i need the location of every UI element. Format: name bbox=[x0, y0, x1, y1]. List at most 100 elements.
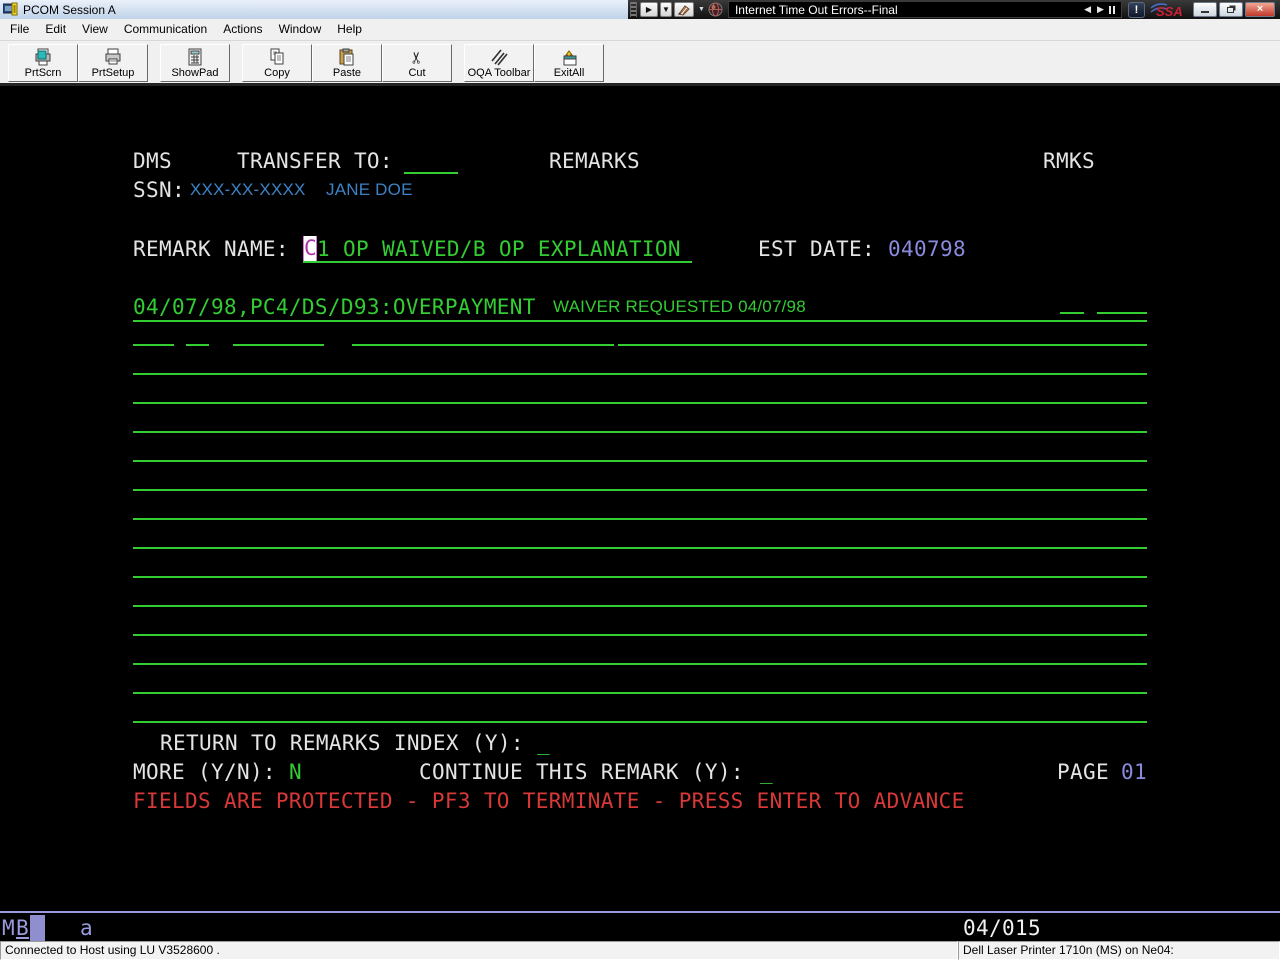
keypad-icon bbox=[186, 47, 204, 67]
more-value[interactable]: N bbox=[289, 760, 302, 784]
globe-icon[interactable] bbox=[708, 2, 723, 17]
status-bar: Connected to Host using LU V3528600 . De… bbox=[0, 941, 1280, 960]
scissors-icon: ✂ bbox=[410, 47, 423, 67]
oia-session-id: a bbox=[80, 916, 93, 940]
redacted-text-fragment bbox=[1060, 312, 1084, 314]
window-controls: × bbox=[1191, 2, 1275, 17]
ssa-logo: SSA bbox=[1150, 1, 1182, 18]
minimize-button[interactable] bbox=[1193, 2, 1217, 17]
remark-ruled-line[interactable] bbox=[133, 576, 1147, 578]
toolbar-cut-button[interactable]: ✂Cut bbox=[382, 44, 452, 82]
pcom-window: PCOM Session A ▶ ▼ ▼ Interne bbox=[0, 0, 1280, 960]
remark-name-label: REMARK NAME: bbox=[133, 237, 289, 261]
paste-icon bbox=[337, 47, 357, 67]
toolbar-exitall-button[interactable]: ExitAll bbox=[534, 44, 604, 82]
restore-button[interactable] bbox=[1219, 2, 1243, 17]
remark-ruled-line[interactable] bbox=[133, 402, 1147, 404]
remark-ruled-line[interactable] bbox=[133, 692, 1147, 694]
alert-button[interactable]: ! bbox=[1128, 2, 1145, 18]
oia-cursor-block bbox=[30, 915, 45, 941]
text-cursor-block[interactable]: C bbox=[303, 236, 317, 261]
window-title: PCOM Session A bbox=[23, 3, 116, 17]
remark-ruled-line[interactable] bbox=[133, 663, 1147, 665]
exit-all-icon bbox=[559, 47, 579, 67]
continue-remark-field[interactable]: _ bbox=[760, 760, 773, 784]
remark-annotation: WAIVER REQUESTED 04/07/98 bbox=[553, 297, 806, 317]
ssa-logo-text: SSA bbox=[1156, 4, 1182, 18]
toolbar-grip-handle[interactable] bbox=[630, 2, 637, 17]
oia-indicator-b: B bbox=[16, 916, 29, 940]
transfer-to-label: TRANSFER TO: bbox=[237, 149, 393, 173]
person-name: JANE DOE bbox=[326, 180, 413, 200]
remark-ruled-line-segment[interactable] bbox=[186, 344, 209, 346]
system-id-label: DMS bbox=[133, 149, 172, 173]
remark-ruled-line-segment[interactable] bbox=[233, 344, 324, 346]
toolbar-button-label: PrtScrn bbox=[25, 67, 62, 79]
oia-bar: M B a 04/015 bbox=[0, 911, 1280, 941]
est-date-value: 040798 bbox=[888, 237, 966, 261]
remark-ruled-line[interactable] bbox=[133, 431, 1147, 433]
play-dropdown-icon[interactable]: ▼ bbox=[660, 2, 672, 17]
toolbar-prtscrn-button[interactable]: PrtScrn bbox=[8, 44, 78, 82]
ssn-value: XXX-XX-XXXX bbox=[190, 180, 306, 200]
toolbar-copy-button[interactable]: Copy bbox=[242, 44, 312, 82]
ssn-label: SSN: bbox=[133, 178, 185, 202]
oia-cursor-position: 04/015 bbox=[963, 916, 1041, 940]
toolbar-button-label: Copy bbox=[264, 67, 290, 79]
toolbar-prtsetup-button[interactable]: PrtSetup bbox=[78, 44, 148, 82]
remark-ruled-line[interactable] bbox=[133, 518, 1147, 520]
return-to-index-field[interactable]: _ bbox=[537, 731, 550, 755]
menu-window[interactable]: Window bbox=[271, 19, 330, 40]
pause-icon[interactable] bbox=[1109, 6, 1115, 14]
nav-back-icon[interactable]: ◀ bbox=[1084, 4, 1091, 15]
menu-help[interactable]: Help bbox=[329, 19, 370, 40]
transfer-to-field[interactable] bbox=[404, 172, 458, 174]
remark-line-underline[interactable] bbox=[133, 320, 1147, 322]
more-label: MORE (Y/N): bbox=[133, 760, 276, 784]
toolbar-paste-button[interactable]: Paste bbox=[312, 44, 382, 82]
remark-name-value[interactable]: 1 OP WAIVED/B OP EXPLANATION bbox=[317, 237, 681, 261]
remark-name-underline[interactable] bbox=[303, 261, 692, 263]
oia-indicator-m: M bbox=[2, 916, 15, 940]
close-button[interactable]: × bbox=[1245, 2, 1275, 17]
play-button[interactable]: ▶ bbox=[640, 2, 658, 17]
menu-view[interactable]: View bbox=[74, 19, 116, 40]
remark-ruled-line[interactable] bbox=[133, 547, 1147, 549]
remark-ruled-line-segment[interactable] bbox=[618, 344, 1147, 346]
remark-ruled-line[interactable] bbox=[133, 634, 1147, 636]
screen-code: RMKS bbox=[1043, 149, 1095, 173]
menu-bar: FileEditViewCommunicationActionsWindowHe… bbox=[0, 19, 1280, 41]
toolbar-button-label: Paste bbox=[333, 67, 361, 79]
toolbar-showpad-button[interactable]: ShowPad bbox=[160, 44, 230, 82]
remark-ruled-line-segment[interactable] bbox=[133, 344, 174, 346]
menu-file[interactable]: File bbox=[2, 19, 37, 40]
terminal-screen: DMS TRANSFER TO: REMARKS RMKS SSN: XXX-X… bbox=[0, 86, 1280, 911]
embedded-toolbar: ▶ ▼ ▼ Internet Time Out Errors--Final ◀ bbox=[628, 0, 1280, 19]
page-label: PAGE bbox=[1057, 760, 1109, 784]
chevron-down-icon[interactable]: ▼ bbox=[698, 6, 705, 13]
remark-ruled-line[interactable] bbox=[133, 373, 1147, 375]
toolbar-group: Copy Paste ✂Cut bbox=[242, 44, 452, 82]
menu-edit[interactable]: Edit bbox=[37, 19, 74, 40]
copy-icon bbox=[267, 47, 287, 67]
ink-annotate-icon[interactable] bbox=[674, 2, 694, 17]
toolbar-button-label: ShowPad bbox=[171, 67, 218, 79]
toolbar-group: PrtScrn PrtSetup bbox=[8, 44, 148, 82]
remark-ruled-line[interactable] bbox=[133, 460, 1147, 462]
remark-line-1[interactable]: 04/07/98,PC4/DS/D93:OVERPAYMENT bbox=[133, 295, 536, 319]
toolbar-oqa-toolbar-button[interactable]: OQA Toolbar bbox=[464, 44, 534, 82]
return-to-index-label: RETURN TO REMARKS INDEX (Y): bbox=[160, 731, 524, 755]
nav-forward-icon[interactable]: ▶ bbox=[1097, 4, 1104, 15]
remark-ruled-line[interactable] bbox=[133, 605, 1147, 607]
remark-ruled-line[interactable] bbox=[133, 489, 1147, 491]
connection-status: Connected to Host using LU V3528600 . bbox=[0, 941, 958, 960]
doc-title-box: Internet Time Out Errors--Final ◀ ▶ bbox=[728, 1, 1122, 18]
menu-communication[interactable]: Communication bbox=[116, 19, 215, 40]
remark-ruled-line-segment[interactable] bbox=[352, 344, 614, 346]
toolbar-button-label: OQA Toolbar bbox=[468, 67, 531, 79]
pcom-app-icon bbox=[3, 2, 19, 17]
menu-actions[interactable]: Actions bbox=[215, 19, 270, 40]
printer-setup-icon bbox=[103, 47, 123, 67]
remark-ruled-line[interactable] bbox=[133, 721, 1147, 723]
print-screen-icon bbox=[33, 47, 53, 67]
